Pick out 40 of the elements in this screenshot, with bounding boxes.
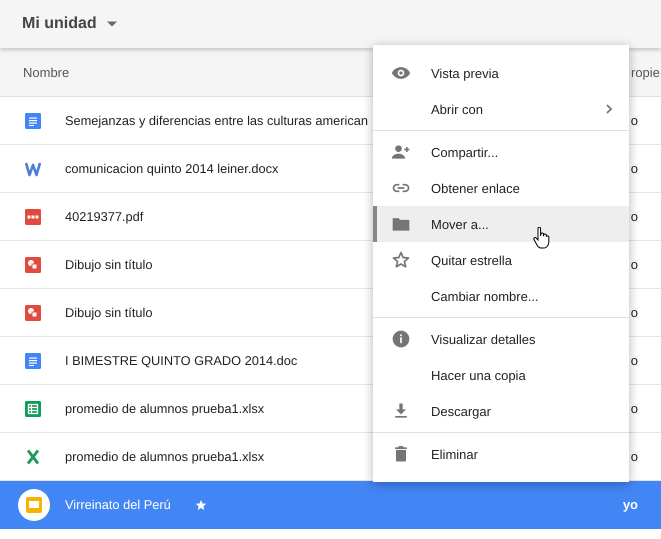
column-header[interactable]: Nombre: [23, 64, 70, 80]
file-name: Dibujo sin título: [65, 305, 152, 320]
drawing-icon: [25, 256, 41, 272]
column-header[interactable]: ropie: [631, 64, 660, 80]
pdf-icon: [25, 208, 41, 224]
menu-item[interactable]: Quitar estrella: [373, 242, 629, 278]
slides-icon: [18, 488, 50, 520]
owner-cell-text: o: [630, 113, 638, 128]
hand-cursor-icon: [532, 227, 550, 249]
file-name: comunicacion quinto 2014 leiner.docx: [65, 161, 278, 176]
file-name: 40219377.pdf: [65, 209, 144, 224]
file-name: Dibujo sin título: [65, 257, 152, 272]
owner-cell-text: o: [630, 257, 638, 272]
document-icon: [25, 352, 41, 368]
menu-item[interactable]: Vista previa: [373, 55, 629, 91]
info-icon: [391, 329, 411, 349]
owner-cell-text: o: [630, 161, 638, 176]
owner-cell-text: o: [630, 209, 638, 224]
owner-cell-text: o: [630, 401, 638, 416]
drive-title[interactable]: Mi unidad: [22, 15, 97, 33]
file-name: I BIMESTRE QUINTO GRADO 2014.doc: [65, 353, 298, 368]
file-name: promedio de alumnos prueba1.xlsx: [65, 401, 264, 416]
spreadsheet-icon: [25, 400, 41, 416]
file-name: Semejanzas y diferencias entre las culturas american: [65, 113, 368, 128]
owner-cell-text: yo: [622, 497, 638, 512]
owner-cell-text: o: [630, 305, 638, 320]
word-icon: [25, 160, 41, 176]
owner-cell-text: o: [630, 353, 638, 368]
excel-icon: [25, 448, 41, 464]
caret-icon[interactable]: [106, 21, 117, 27]
file-name: Virreinato del Perú: [65, 497, 171, 512]
menu-item[interactable]: Eliminar: [373, 436, 629, 472]
star-icon: [391, 250, 411, 270]
file-name: promedio de alumnos prueba1.xlsx: [65, 449, 264, 464]
menu-item[interactable]: Descargar: [373, 393, 629, 429]
file-row[interactable]: Virreinato del Perú yo: [0, 481, 661, 529]
drawing-icon: [25, 304, 41, 320]
owner-cell-text: o: [630, 449, 638, 464]
menu-item[interactable]: Mover a...: [373, 206, 629, 242]
document-icon: [25, 112, 41, 128]
